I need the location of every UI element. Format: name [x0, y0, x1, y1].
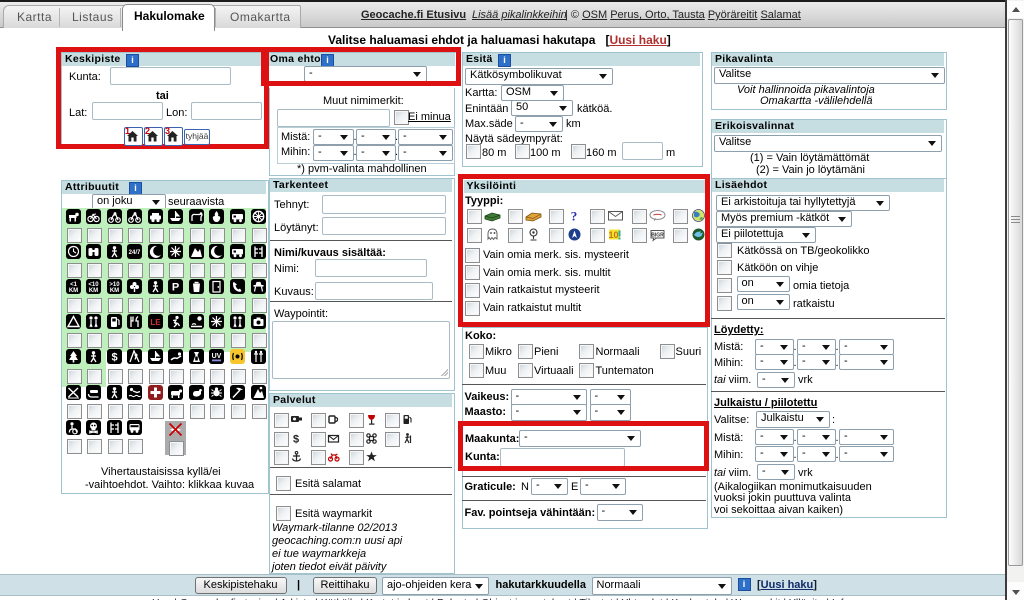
svg-text:KM: KM: [89, 288, 98, 294]
svg-text:KM: KM: [68, 288, 77, 294]
svg-text:$: $: [111, 352, 117, 364]
svg-text:$: $: [293, 433, 299, 445]
svg-text:UV: UV: [212, 353, 222, 360]
svg-text:P: P: [172, 281, 179, 293]
svg-text:24/7: 24/7: [129, 250, 141, 256]
svg-text:KM: KM: [109, 288, 118, 294]
svg-text:LE: LE: [150, 318, 161, 327]
